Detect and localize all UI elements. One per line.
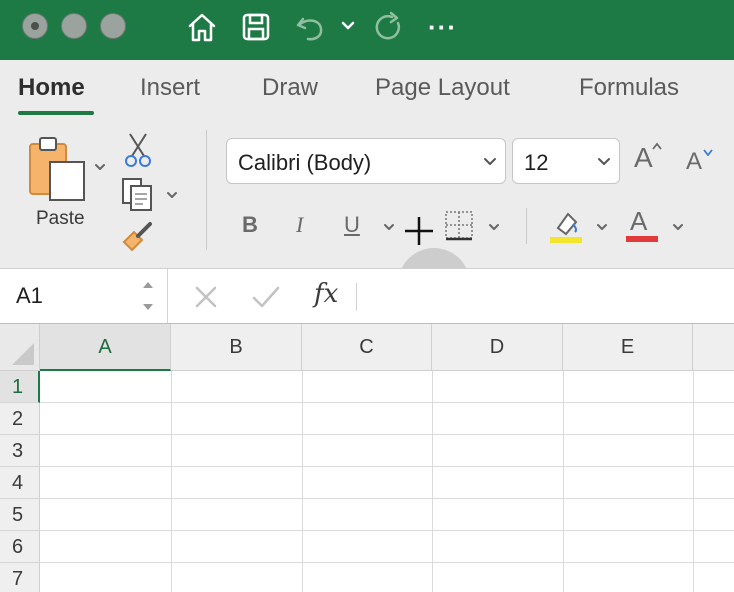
copy-options-chevron-icon[interactable] (166, 188, 178, 206)
column-header-d[interactable]: D (432, 324, 563, 371)
formula-bar: A1 fx (0, 268, 734, 324)
chevron-down-icon (483, 154, 497, 173)
cancel-icon[interactable] (194, 285, 218, 314)
formula-input[interactable] (364, 283, 724, 311)
row-header-5[interactable]: 5 (0, 499, 40, 531)
select-all-button[interactable] (0, 324, 40, 371)
name-box[interactable]: A1 (0, 269, 168, 323)
tab-page-layout[interactable]: Page Layout (375, 74, 510, 102)
close-window-button[interactable] (22, 13, 48, 39)
row-header-2[interactable]: 2 (0, 403, 40, 435)
column-header-partial[interactable] (693, 324, 734, 371)
underline-options-chevron-icon[interactable] (383, 220, 395, 238)
row-header-4[interactable]: 4 (0, 467, 40, 499)
group-divider (526, 208, 527, 244)
home-icon[interactable] (186, 10, 218, 44)
copy-icon[interactable] (120, 176, 156, 217)
grid-row[interactable] (40, 467, 734, 499)
column-header-c[interactable]: C (302, 324, 432, 371)
group-divider (206, 130, 207, 250)
grid-row[interactable] (40, 371, 734, 403)
tab-insert[interactable]: Insert (140, 74, 200, 102)
borders-options-chevron-icon[interactable] (488, 220, 500, 238)
tab-draw[interactable]: Draw (262, 74, 318, 102)
borders-icon[interactable] (444, 210, 474, 247)
row-header-1[interactable]: 1 (0, 371, 40, 403)
grid-row[interactable] (40, 563, 734, 592)
decrease-font-size-label: A (686, 148, 703, 175)
formula-bar-divider (356, 283, 357, 311)
tab-home[interactable]: Home (18, 74, 85, 102)
insert-function-button[interactable]: fx (314, 279, 338, 309)
ribbon: Home Insert Draw Page Layout Formulas Pa… (0, 60, 734, 320)
undo-icon[interactable] (294, 10, 328, 44)
title-bar: ··· (0, 0, 734, 60)
italic-button[interactable]: I (296, 212, 303, 238)
save-icon[interactable] (240, 10, 272, 44)
column-header-b[interactable]: B (171, 324, 302, 371)
bold-button[interactable]: B (242, 212, 258, 238)
row-header-7[interactable]: 7 (0, 563, 40, 592)
grid-row[interactable] (40, 499, 734, 531)
highlight-color-icon[interactable] (548, 208, 584, 249)
caret-up-icon (652, 142, 662, 150)
grid-row[interactable] (40, 435, 734, 467)
highlight-options-chevron-icon[interactable] (596, 220, 608, 238)
redo-icon[interactable] (372, 10, 406, 44)
cursor-crosshair-icon (404, 216, 434, 251)
cell-reference: A1 (16, 283, 43, 308)
enter-icon[interactable] (252, 285, 280, 314)
font-color-label: A (630, 206, 648, 236)
paste-options-chevron-icon[interactable] (94, 160, 106, 178)
column-header-a[interactable]: A (40, 324, 171, 371)
font-color-options-chevron-icon[interactable] (672, 220, 684, 238)
font-name-dropdown[interactable]: Calibri (Body) (226, 138, 506, 184)
more-icon[interactable]: ··· (428, 14, 462, 40)
tab-formulas[interactable]: Formulas (579, 74, 679, 102)
grid-row[interactable] (40, 403, 734, 435)
active-tab-indicator (18, 111, 94, 115)
chevron-down-icon[interactable] (340, 18, 356, 52)
increase-font-size-label: A (634, 142, 653, 173)
format-painter-icon[interactable] (120, 220, 156, 257)
font-size-dropdown[interactable]: 12 (512, 138, 620, 184)
ribbon-tabs: Home Insert Draw Page Layout Formulas (0, 60, 734, 120)
caret-down-icon (703, 149, 713, 156)
name-box-stepper-icon[interactable] (140, 277, 156, 315)
chevron-down-icon (597, 154, 611, 173)
cut-icon[interactable] (124, 132, 152, 173)
column-header-e[interactable]: E (563, 324, 693, 371)
zoom-window-button[interactable] (100, 13, 126, 39)
decrease-font-size-button[interactable]: A (686, 148, 713, 176)
row-header-3[interactable]: 3 (0, 435, 40, 467)
font-name-value: Calibri (Body) (238, 150, 372, 175)
paste-label[interactable]: Paste (36, 208, 85, 230)
row-header-6[interactable]: 6 (0, 531, 40, 563)
font-color-button[interactable]: A (624, 206, 660, 244)
font-size-value: 12 (524, 150, 549, 175)
select-all-icon (12, 343, 34, 365)
minimize-window-button[interactable] (61, 13, 87, 39)
increase-font-size-button[interactable]: A (634, 142, 662, 174)
grid-row[interactable] (40, 531, 734, 563)
spreadsheet-grid: A B C D E 1 2 3 4 5 6 7 (0, 324, 734, 592)
font-color-swatch (626, 236, 658, 242)
paste-icon[interactable] (28, 136, 88, 207)
underline-button[interactable]: U (344, 212, 360, 238)
